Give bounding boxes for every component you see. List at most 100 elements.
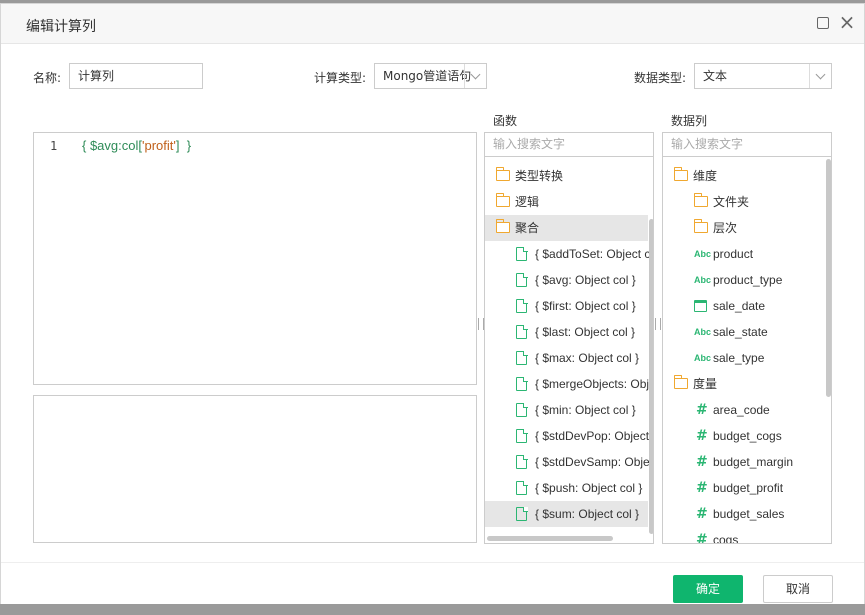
function-icon (516, 506, 528, 521)
column-label: 维度 (693, 169, 718, 183)
number-type-icon: # (696, 402, 708, 418)
column-folder[interactable]: 度量 (663, 371, 823, 397)
number-type-icon: # (696, 532, 708, 544)
function-label: { $stdDevPop: Object col } (535, 429, 653, 443)
column-item[interactable]: Abc sale_type (663, 345, 823, 371)
dialog-title: 编辑计算列 (26, 19, 96, 35)
column-item[interactable]: # budget_margin (663, 449, 823, 475)
function-icon (516, 428, 528, 443)
column-item[interactable]: Abc product (663, 241, 823, 267)
function-category[interactable]: 聚合 (485, 215, 648, 241)
column-label: 度量 (693, 377, 718, 391)
code-token-close: ] } (175, 138, 192, 153)
column-folder[interactable]: 文件夹 (663, 189, 823, 215)
function-label: { $addToSet: Object col } (535, 247, 654, 261)
functions-title: 函数 (493, 114, 518, 128)
function-item[interactable]: { $min: Object col } (485, 397, 648, 423)
function-label: { $last: Object col } (535, 325, 636, 339)
column-label: budget_sales (713, 507, 785, 521)
folder-icon (673, 375, 688, 389)
functions-horizontal-scrollbar[interactable] (487, 536, 613, 541)
column-label: product (713, 247, 754, 261)
text-type-icon: Abc (694, 249, 712, 259)
column-item[interactable]: # budget_profit (663, 475, 823, 501)
column-item[interactable]: Abc product_type (663, 267, 823, 293)
column-folder[interactable]: 维度 (663, 163, 823, 189)
close-icon[interactable]: × (837, 12, 857, 32)
splitter-handle[interactable] (655, 318, 661, 330)
column-label: 文件夹 (713, 195, 750, 209)
function-category[interactable]: 类型转换 (485, 163, 648, 189)
function-label: { $min: Object col } (535, 403, 636, 417)
hierarchy-folder-icon (693, 219, 708, 233)
function-icon (516, 324, 528, 339)
chevron-down-icon[interactable] (464, 64, 486, 88)
function-item[interactable]: { $sum: Object col } (485, 501, 648, 527)
calendar-icon (694, 300, 707, 312)
function-item[interactable]: { $last: Object col } (485, 319, 648, 345)
columns-search-input[interactable]: 输入搜索文字 (662, 132, 832, 157)
function-label: { $stdDevSamp: Object col } (535, 455, 653, 469)
column-label: area_code (713, 403, 770, 417)
function-icon (516, 246, 528, 261)
function-icon (516, 454, 528, 469)
column-label: sale_state (713, 325, 768, 339)
background-app-bottom (0, 604, 865, 615)
calc-type-label: 计算类型: (314, 71, 367, 85)
ok-button[interactable]: 确定 (673, 575, 743, 603)
column-label: sale_date (713, 299, 766, 313)
function-item[interactable]: { $avg: Object col } (485, 267, 648, 293)
columns-vertical-scrollbar[interactable] (826, 159, 831, 397)
chevron-down-icon[interactable] (809, 64, 831, 88)
function-item[interactable]: { $stdDevSamp: Object col } (485, 449, 653, 475)
folder-icon (693, 193, 708, 207)
column-label: cogs (713, 533, 739, 544)
text-type-icon: Abc (694, 327, 712, 337)
name-label: 名称: (33, 71, 62, 85)
function-icon (516, 402, 528, 417)
code-line[interactable]: { $avg:col['profit'] } (82, 138, 191, 153)
column-item[interactable]: # area_code (663, 397, 823, 423)
function-label: { $max: Object col } (535, 351, 640, 365)
column-item[interactable]: sale_date (663, 293, 823, 319)
function-label: { $first: Object col } (535, 299, 636, 313)
function-category[interactable]: 逻辑 (485, 189, 648, 215)
code-editor[interactable]: 1 { $avg:col['profit'] } (33, 132, 477, 385)
column-item[interactable]: # budget_sales (663, 501, 823, 527)
function-item[interactable]: { $first: Object col } (485, 293, 648, 319)
function-item[interactable]: { $max: Object col } (485, 345, 648, 371)
column-item[interactable]: # cogs (663, 527, 823, 544)
code-token-open: { $avg:col[ (82, 138, 142, 153)
number-type-icon: # (696, 454, 708, 470)
column-folder[interactable]: 层次 (663, 215, 823, 241)
column-label: budget_cogs (713, 429, 782, 443)
column-item[interactable]: # budget_cogs (663, 423, 823, 449)
function-label: 聚合 (515, 221, 540, 235)
function-item[interactable]: { $mergeObjects: Object col } (485, 371, 653, 397)
function-label: { $avg: Object col } (535, 273, 636, 287)
function-icon (516, 298, 528, 313)
functions-search-input[interactable]: 输入搜索文字 (484, 132, 654, 157)
column-label: budget_margin (713, 455, 794, 469)
functions-vertical-scrollbar[interactable] (649, 219, 653, 534)
function-item[interactable]: { $push: Object col } (485, 475, 648, 501)
data-type-select[interactable]: 文本 (694, 63, 832, 89)
number-type-icon: # (696, 506, 708, 522)
column-item[interactable]: Abc sale_state (663, 319, 823, 345)
cancel-button[interactable]: 取消 (763, 575, 833, 603)
folder-icon (495, 193, 510, 207)
column-label: sale_type (713, 351, 765, 365)
function-item[interactable]: { $stdDevPop: Object col } (485, 423, 653, 449)
column-label: product_type (713, 273, 783, 287)
function-icon (516, 480, 528, 495)
folder-icon (495, 167, 510, 181)
columns-tree: # cogs # budget_sales # budget_profit # budget_… (662, 157, 832, 544)
column-label: budget_profit (713, 481, 784, 495)
number-type-icon: # (696, 480, 708, 496)
calc-type-select[interactable]: Mongo管道语句 (374, 63, 487, 89)
number-type-icon: # (696, 428, 708, 444)
text-type-icon: Abc (694, 353, 712, 363)
name-input[interactable]: 计算列 (69, 63, 203, 89)
maximize-icon[interactable] (817, 17, 829, 29)
function-item[interactable]: { $addToSet: Object col } (485, 241, 653, 267)
